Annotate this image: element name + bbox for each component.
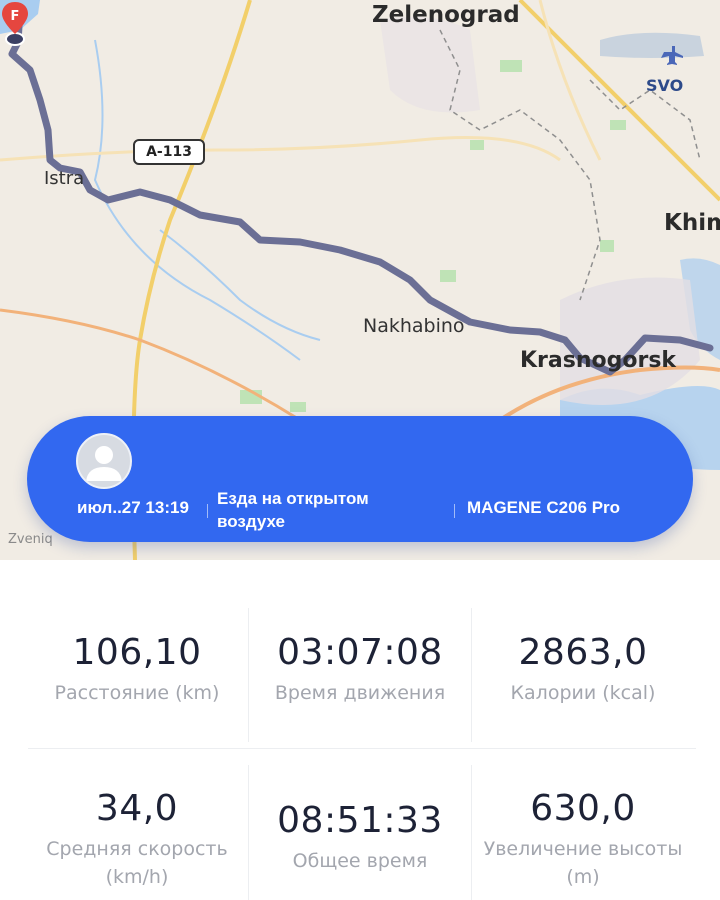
airport-area [600, 32, 704, 58]
stat-moving-time: 03:07:08 Время движения [249, 632, 471, 707]
stat-value: 630,0 [530, 788, 636, 829]
stat-label: Общее время [292, 850, 428, 872]
divider [28, 748, 696, 749]
map-label-zvenigorod: Zveniq [8, 532, 53, 547]
stat-label: Время движения [274, 682, 446, 704]
park [290, 402, 306, 412]
stat-value: 03:07:08 [277, 632, 443, 673]
map-label-nakhabino: Nakhabino [363, 315, 465, 337]
stat-calories: 2863,0 Калории (kcal) [472, 632, 694, 707]
park [600, 240, 614, 252]
finish-marker-icon: F [2, 2, 28, 46]
stat-value: 08:51:33 [277, 800, 443, 841]
stats-grid: 106,10 Расстояние (km) 03:07:08 Время дв… [0, 560, 720, 900]
road [518, 0, 720, 202]
park [470, 140, 484, 150]
stat-label: Средняя скорость (km/h) [46, 838, 228, 888]
stat-label: Расстояние (km) [54, 682, 220, 704]
stat-label: Калории (kcal) [510, 682, 656, 704]
boundary [589, 79, 701, 161]
finish-marker-label: F [11, 9, 20, 24]
ride-date: июл..27 13:19 [77, 498, 189, 517]
map-label-krasnogorsk: Krasnogorsk [520, 348, 677, 373]
map-label-khimki: Khim [664, 210, 720, 236]
road-shield: A-113 [133, 139, 205, 165]
stat-total-time: 08:51:33 Общее время [249, 800, 471, 875]
divider [454, 504, 455, 518]
stat-label: Увеличение высоты (m) [483, 838, 683, 888]
park [440, 270, 456, 282]
avatar[interactable] [76, 433, 132, 489]
stat-value: 2863,0 [518, 632, 648, 673]
ride-summary-card[interactable]: июл..27 13:19 Езда на открытом воздухе M… [27, 416, 693, 542]
user-avatar-icon [86, 446, 122, 481]
park [610, 120, 626, 130]
device-name: MAGENE C206 Pro [467, 498, 621, 517]
map-label-zelenograd: Zelenograd [372, 2, 520, 28]
divider [207, 504, 208, 518]
map-label-svo: SVO [646, 76, 684, 95]
stat-elevation-gain: 630,0 Увеличение высоты (m) [472, 788, 694, 891]
stat-avg-speed: 34,0 Средняя скорость (km/h) [26, 788, 248, 891]
stat-distance: 106,10 Расстояние (km) [26, 632, 248, 707]
river [93, 39, 301, 361]
urban-area-zelenograd [380, 16, 480, 113]
activity-type: Езда на открытом воздухе [217, 489, 369, 531]
stat-value: 106,10 [72, 632, 202, 673]
map-label-istra: Istra [44, 168, 85, 189]
park [500, 60, 522, 72]
stat-value: 34,0 [95, 788, 179, 829]
